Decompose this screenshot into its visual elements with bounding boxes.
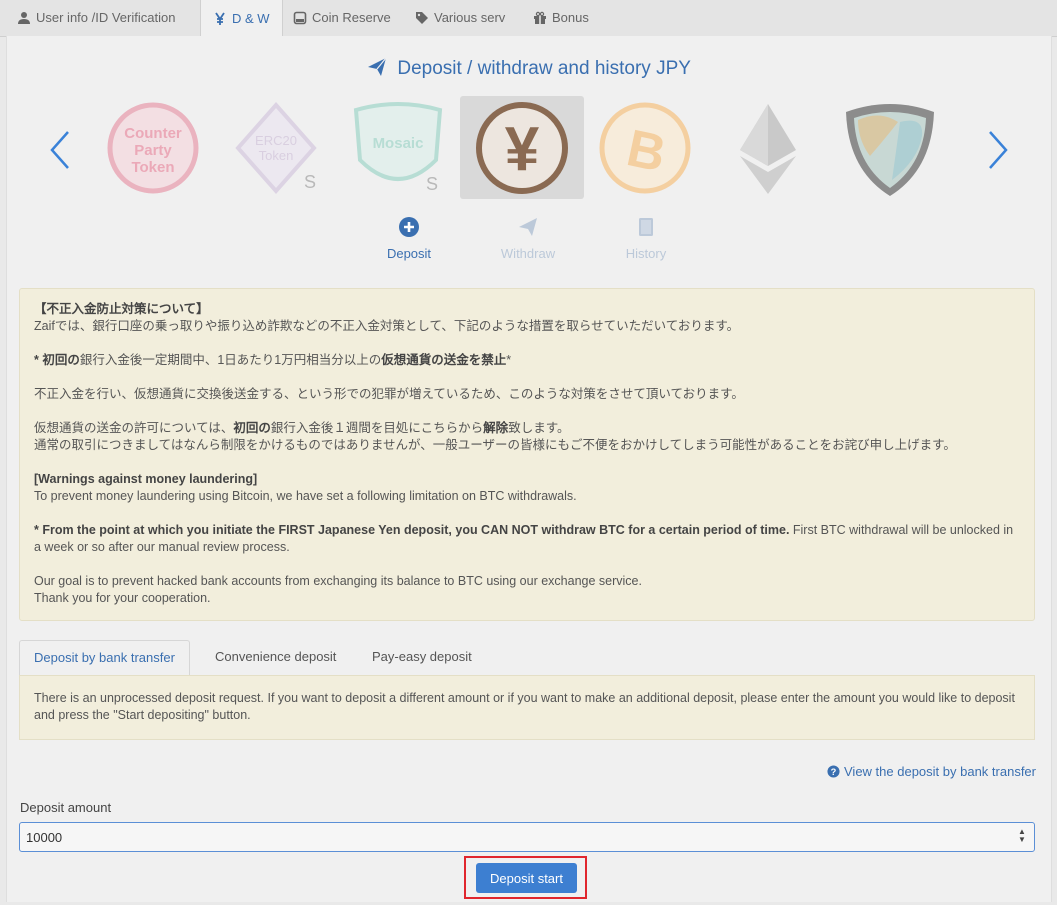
action-history-label: History [625,246,667,261]
view-deposit-link[interactable]: ? View the deposit by bank transfer [827,764,1036,779]
tab-user-info[interactable]: User info /ID Verification [17,0,175,36]
deposit-amount-input[interactable] [19,822,1035,852]
notice-jp-line4: 仮想通貨の送金の許可については、初回の銀行入金後１週間を目処にこちらから解除致し… [34,421,570,435]
notice-en-title: [Warnings against money laundering] [34,472,258,486]
amount-stepper[interactable]: ▲ ▼ [1016,828,1028,846]
notice-jp-title: 【不正入金防止対策について】 [34,302,209,316]
plus-circle-icon [399,217,419,237]
svg-text:?: ? [831,767,837,777]
notice-jp-line5: 通常の取引につきましてはなんら制限をかけるものではありませんが、一般ユーザーの皆… [34,438,956,452]
tags-icon [416,12,428,24]
notice-en-line4: Thank you for your cooperation. [34,591,211,605]
tab-bonus-label: Bonus [552,10,589,25]
reserve-icon [293,11,307,25]
coin-mosaic-icon[interactable]: Mosaic S [348,100,448,200]
tab-pay-easy-deposit[interactable]: Pay-easy deposit [358,640,486,674]
action-withdraw-label: Withdraw [500,246,556,261]
tab-deposit-withdraw[interactable]: D & W [200,0,283,37]
coin-jpy-icon[interactable]: ¥ [472,100,572,200]
carousel-next-icon[interactable] [984,128,1012,172]
notice-en-line3: Our goal is to prevent hacked bank accou… [34,574,642,588]
paper-plane-icon [368,57,387,76]
tab-user-info-label: User info /ID Verification [36,10,176,25]
notice-en-line1: To prevent money laundering using Bitcoi… [34,489,577,503]
user-icon [18,12,30,24]
coin-erc20-icon[interactable]: ERC20 Token S [226,100,326,200]
notice-jp-line1: Zaifでは、銀行口座の乗っ取りや振り込め詐欺などの不正入金対策として、下記のよ… [34,319,740,333]
page-title-text: Deposit / withdraw and history JPY [397,58,691,79]
deposit-amount-label: Deposit amount [20,800,112,815]
question-circle-icon: ? [827,765,840,778]
tab-coin-reserve-label: Coin Reserve [312,10,391,25]
unprocessed-deposit-info: There is an unprocessed deposit request.… [19,675,1035,740]
tab-various-services-label: Various serv [434,10,506,25]
coin-counterparty-icon[interactable]: Counter Party Token [103,100,203,200]
notice-en-line2: * From the point at which you initiate t… [34,523,1014,554]
svg-text:Mosaic: Mosaic [373,135,424,152]
carousel-prev-icon[interactable] [46,128,74,172]
yen-icon [215,12,225,25]
svg-text:Counter: Counter [124,125,182,142]
coin-bitcoin-icon[interactable]: B [595,100,695,200]
deposit-method-tabs: Deposit by bank transfer Convenience dep… [19,640,1035,677]
warning-notice: 【不正入金防止対策について】 Zaifでは、銀行口座の乗っ取りや振り込め詐欺など… [19,288,1035,621]
paper-plane-icon [519,218,537,236]
svg-text:Token: Token [131,159,174,176]
coin-ethereum-icon[interactable] [718,100,818,200]
tab-coin-reserve[interactable]: Coin Reserve [293,0,391,36]
action-history[interactable]: History [601,216,691,261]
coin-nem-icon[interactable] [840,100,940,200]
tab-bank-transfer[interactable]: Deposit by bank transfer [19,640,190,677]
notice-jp-line3: 不正入金を行い、仮想通貨に交換後送金する、という形での犯罪が増えているため、この… [34,387,744,401]
svg-text:Token: Token [259,148,294,163]
view-deposit-link-label: View the deposit by bank transfer [844,764,1036,779]
action-deposit[interactable]: Deposit [364,216,454,261]
svg-text:¥: ¥ [505,115,540,184]
notice-jp-line2: * 初回の銀行入金後一定期間中、1日あたり1万円相当分以上の仮想通貨の送金を禁止… [34,353,512,367]
top-nav: User info /ID Verification D & W Coin Re… [0,0,1057,37]
tab-various-services[interactable]: Various serv [415,0,505,36]
action-withdraw[interactable]: Withdraw [483,216,573,261]
svg-text:ERC20: ERC20 [255,133,297,148]
action-deposit-label: Deposit [386,246,432,261]
svg-text:S: S [426,174,438,194]
svg-text:S: S [304,172,316,192]
svg-text:Party: Party [134,142,172,159]
gift-icon [534,11,546,24]
deposit-start-button[interactable]: Deposit start [476,863,577,893]
page-title: Deposit / withdraw and history JPY [0,56,1057,80]
tab-convenience-deposit[interactable]: Convenience deposit [201,640,350,674]
tab-bonus[interactable]: Bonus [533,0,589,36]
tab-deposit-withdraw-label: D & W [232,10,270,26]
book-icon [639,218,653,236]
